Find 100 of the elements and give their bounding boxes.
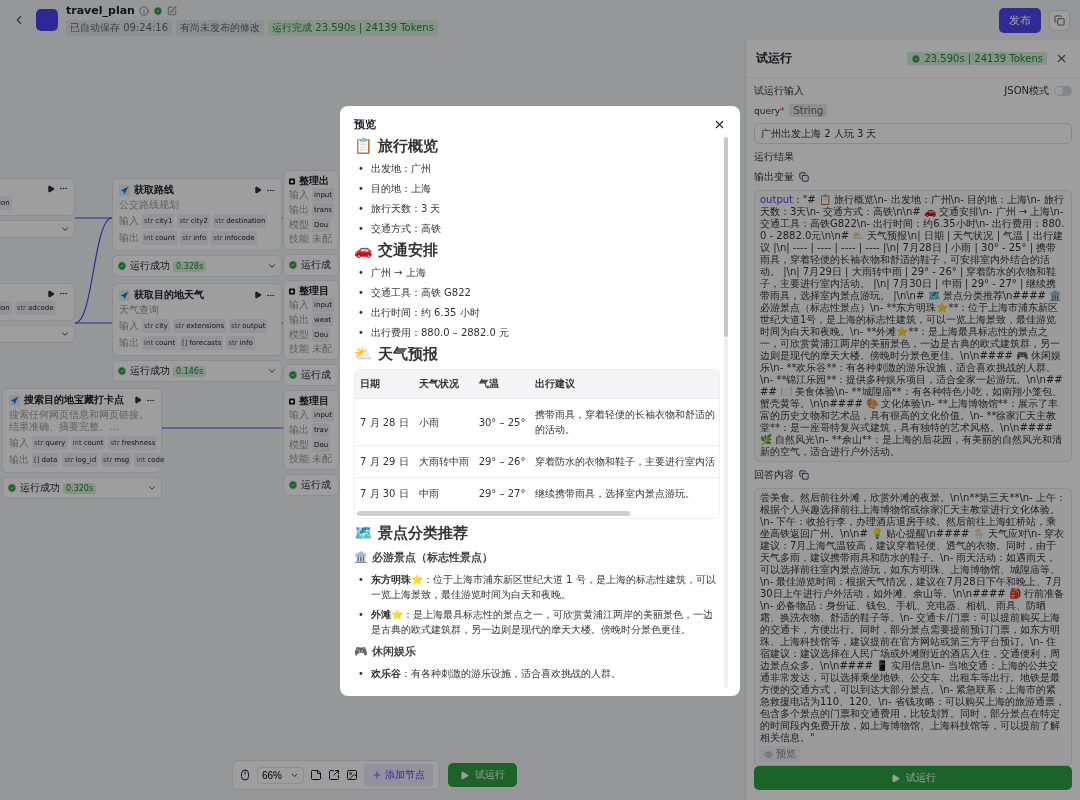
list-item: 出发地：广州 — [370, 162, 431, 176]
play-icon[interactable] — [254, 291, 262, 299]
scrollbar[interactable] — [724, 137, 728, 688]
chevron-icon[interactable] — [60, 224, 70, 234]
bullet: • — [358, 667, 364, 681]
status-text: 运行成功 — [130, 259, 170, 273]
list-item: 旅行天数：3 天 — [370, 202, 441, 216]
list-item: 欢乐谷：有各种刺激的游乐设施，适合喜欢挑战的人群。 — [370, 667, 621, 681]
run-status-bar[interactable]: 运行成 — [283, 364, 339, 386]
subsection-heading: 🏛 必游景点（标志性景点） — [354, 550, 494, 565]
column-header: 气温 — [473, 370, 531, 399]
plus-icon — [372, 770, 382, 780]
status-text: 运行成 — [301, 478, 331, 492]
play-icon[interactable] — [134, 396, 142, 404]
copy-icon[interactable] — [799, 172, 809, 182]
section-heading: 📋 旅行概览 — [354, 137, 440, 156]
success-icon — [911, 53, 922, 64]
table-cell: 29° – 26° — [473, 445, 531, 478]
node-title: 获取目的地天气 — [134, 289, 204, 301]
table-cell: 7 月 30 日 — [355, 477, 414, 509]
add-node-button[interactable]: 添加节点 — [364, 764, 433, 786]
success-icon — [288, 480, 298, 490]
unpublished-tag: 有尚未发布的修改 — [176, 20, 265, 36]
chevron-icon[interactable] — [147, 483, 157, 493]
mouse-icon[interactable] — [239, 769, 251, 781]
bullet: • — [358, 306, 364, 320]
node-title: 搜索目的地宝藏打卡点 — [24, 394, 124, 406]
section-label: 试运行输入 — [754, 84, 804, 98]
success-icon — [117, 366, 127, 376]
list-item: 目的地：上海 — [370, 182, 431, 196]
app-name: travel_plan — [66, 4, 135, 17]
more-icon[interactable] — [59, 289, 68, 298]
play-icon[interactable] — [47, 184, 55, 193]
chevron-icon[interactable] — [60, 329, 70, 339]
chevron-icon[interactable] — [267, 366, 277, 376]
table-cell: 携带雨具，穿着轻便的长袖衣物和舒适的 的活动。 — [530, 398, 719, 446]
autosave-tag: 已自动保存 09:24:16 — [66, 20, 173, 36]
table-cell: 7 月 29 日 — [355, 445, 414, 478]
list-item: 东方明珠⭐：位于上海市浦东新区世纪大道 1 号，是上海的标志性建筑，可以一览上海景致，最佳游览时间为白天和夜晚。 — [370, 573, 717, 602]
json-mode-switch[interactable] — [1054, 86, 1072, 96]
bullet: • — [358, 182, 364, 196]
query-field[interactable]: 广州出发上海 2 人玩 3 天 — [754, 123, 1072, 144]
list-item: 交通方式：高铁 — [370, 222, 441, 236]
play-icon[interactable] — [254, 186, 262, 194]
success-icon — [288, 370, 298, 380]
play-icon — [460, 770, 469, 780]
more-icon[interactable] — [59, 184, 68, 193]
status-text: 运行成 — [301, 368, 331, 382]
close-icon — [713, 118, 726, 131]
section-heading: 🗺 景点分类推荐 — [354, 524, 470, 543]
run-status-bar[interactable]: 运行成功 0.146s — [112, 360, 282, 382]
column-header: 日期 — [355, 370, 414, 399]
copy-icon — [1054, 14, 1065, 26]
publish-button[interactable]: 发布 — [999, 7, 1041, 33]
duration-tag: 0.328s — [173, 260, 207, 272]
run-status-bar[interactable]: 运行成 — [283, 254, 339, 276]
column-header: 出行建议 — [530, 370, 719, 399]
app-icon — [36, 9, 58, 31]
answer-text: 尝美食。然后前往外滩，欣赏外滩的夜景。\n\n**第三天**\n- 上午：根据个人兴趣选择前往上海博物馆或徐家汇天主教堂进行文化体验。\n- 下午：收拾行李，办理酒店退房手续。然后前往上海虹桥站，乘坐高铁返回广州。\n\n# 💡 贴心提醒\n#### 🌦 天气应对\n- 穿衣建议：7月上海气温较高，建议穿着轻便、透气的衣物。同时，由于天气多雨，建议携带雨具和防水的鞋子。\n- 雨天活动：如遇雨天，可以选择前往室内景点游玩，如东方明珠、上海博物馆、城隍庙等。\n- 最佳游览时间：根据天气情况，建议在7月28日下午和晚上、7月30日上午进行户外活动，如外滩、佘山等。\n\n#### 🎒 行前准备\n- 必备物品：身份证、钱包、手机、充电器、相机、雨具、防晒霜、换洗衣物、舒适的鞋子等。\n- 交通卡/门票：可以提前购买上海的交通卡，方便出行。同时，部分景点需要提前预订门票，如东方明珠、上海科技馆等，建议提前在官方网站或第三方平台预订。\n- 住宿建议：建议选择在人民广场或外滩附近的酒店入住，交通便利，周边景点众多。\n\n#### 📱 实用信息\n- 当地交通：上海的公共交通非常发达，可以选择乘坐地铁、公交车、出租车等出行。地铁是最方便的交通方式，可以到达大部分景点。\n- 紧急联系：上海市的紧急救援电话为110、120。\n- 省钱攻略：可以购买上海的旅游通票，包含多个景点的门票和交通费用，比较划算。同时，部分景点在特定的时间段内免费开放，如上海博物馆、上海科技馆等，可以提前了解相关信息。" — [760, 492, 1066, 744]
bullet: • — [358, 326, 364, 340]
run-status-tag: 运行完成 23.590s | 24139 Tokens — [268, 20, 438, 36]
node-title: 获取路线 — [134, 184, 174, 196]
success-icon — [7, 483, 17, 493]
run-status-bar[interactable]: 运行成功 0.320s — [2, 477, 162, 499]
run-status-bar[interactable]: 运行成功 0.328s — [112, 255, 282, 277]
table-cell: 小雨 — [413, 398, 474, 446]
list-item: 交通工具：高铁 G822 — [370, 286, 471, 300]
close-icon — [1055, 52, 1068, 65]
bullet: • — [358, 286, 364, 300]
node-title: 整理目 — [299, 285, 329, 297]
status-text: 运行成功 — [130, 364, 170, 378]
play-icon[interactable] — [47, 289, 55, 298]
chevron-icon[interactable] — [267, 261, 277, 271]
column-header: 天气状况 — [413, 370, 474, 399]
status-text: 运行成功 — [20, 481, 60, 495]
table-cell: 7 月 28 日 — [355, 398, 414, 446]
image-icon[interactable] — [346, 769, 358, 781]
export-icon[interactable] — [328, 769, 340, 781]
scrollbar[interactable] — [357, 511, 630, 516]
success-icon — [117, 261, 127, 271]
table-cell: 29° – 27° — [473, 477, 531, 509]
table-cell: 大雨转中雨 — [413, 445, 474, 478]
run-status-bar[interactable]: 运行成 — [283, 474, 339, 496]
note-icon[interactable] — [310, 769, 322, 781]
field-label: query* — [754, 105, 785, 116]
zoom-select[interactable]: 66% — [257, 766, 304, 784]
section-heading: ⛅ 天气预报 — [354, 345, 440, 364]
node-title: 整理出 — [299, 175, 329, 187]
plugin-icon — [119, 289, 130, 301]
copy-icon[interactable] — [799, 470, 809, 480]
duration-tag: 0.320s — [63, 482, 97, 494]
status-text: 运行成 — [301, 258, 331, 272]
eye-icon — [764, 749, 773, 759]
type-tag: String — [789, 104, 828, 117]
list-item: 出行费用：880.0 – 2882.0 元 — [370, 326, 510, 340]
section-heading: 🚗 交通安排 — [354, 241, 440, 260]
node-title: 整理目 — [299, 395, 329, 407]
bullet: • — [358, 608, 364, 622]
panel-title: 试运行 — [756, 50, 792, 67]
copy-button[interactable] — [1049, 9, 1070, 31]
